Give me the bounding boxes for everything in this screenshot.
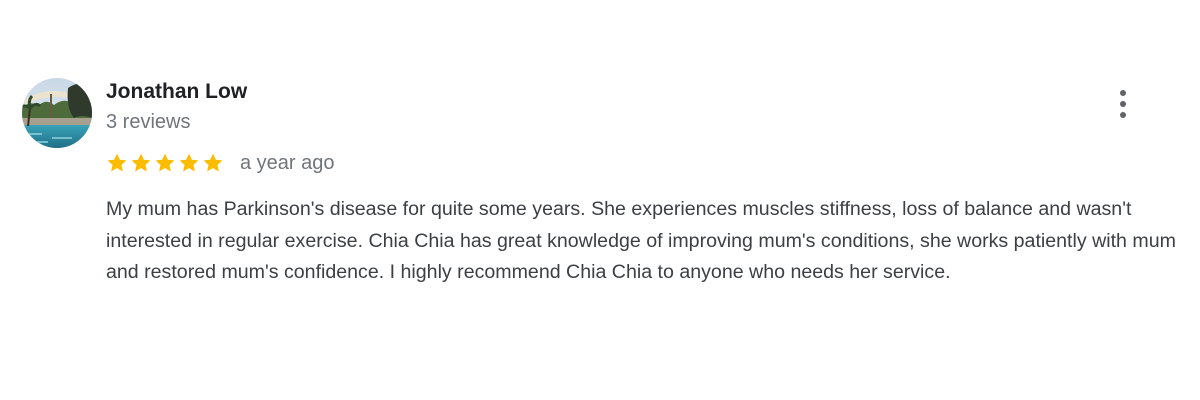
more-vert-icon-dot	[1120, 112, 1126, 118]
rating-row: a year ago	[106, 150, 335, 176]
star-icon	[131, 153, 151, 172]
star-icon	[179, 153, 199, 172]
star-icon	[155, 153, 175, 172]
star-icon	[107, 153, 127, 172]
reviewer-review-count[interactable]: 3 reviews	[106, 110, 190, 134]
reviewer-name[interactable]: Jonathan Low	[106, 79, 247, 105]
review-card: Jonathan Low 3 reviews a year ago My mum…	[0, 0, 1200, 400]
review-date: a year ago	[240, 152, 335, 174]
more-vert-icon-dot	[1120, 101, 1126, 107]
more-options-button[interactable]	[1110, 85, 1136, 123]
star-icon	[203, 153, 223, 172]
star-rating	[106, 152, 226, 174]
more-vert-icon	[1120, 90, 1126, 96]
avatar-photo-icon	[22, 78, 92, 148]
review-text: My mum has Parkinson's disease for quite…	[106, 198, 1176, 283]
reviewer-avatar[interactable]	[22, 78, 92, 148]
